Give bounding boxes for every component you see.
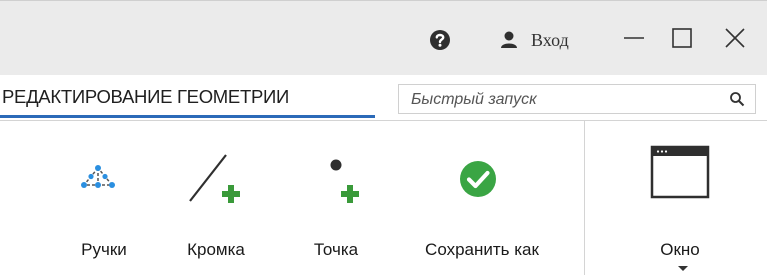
search-icon[interactable] [729, 91, 745, 107]
window-menu-button[interactable]: Окно [632, 121, 728, 275]
title-bar: Вход [0, 0, 767, 75]
ribbon-group-divider [584, 121, 585, 275]
maximize-icon [671, 27, 693, 54]
handles-label: Ручки [81, 240, 127, 259]
chevron-down-icon[interactable] [678, 266, 688, 271]
save-as-button[interactable]: Сохранить как [396, 121, 568, 275]
edge-button[interactable]: Кромка [168, 121, 264, 275]
question-circle-icon[interactable] [429, 29, 451, 51]
handles-icon [78, 163, 118, 200]
point-label: Точка [313, 240, 359, 259]
check-circle-icon [458, 159, 498, 204]
quick-launch-input[interactable] [409, 88, 713, 112]
point-button[interactable]: Точка [296, 121, 376, 275]
window-label: Окно [660, 240, 700, 259]
maximize-button[interactable] [660, 23, 704, 57]
close-button[interactable] [710, 23, 760, 57]
window-icon [650, 145, 710, 206]
close-icon [724, 27, 746, 54]
minimize-icon [623, 27, 645, 54]
active-tab-indicator [0, 115, 375, 118]
point-add-icon [318, 155, 368, 214]
edge-add-icon [186, 151, 246, 212]
user-icon[interactable] [498, 29, 520, 51]
sign-in-link[interactable]: Вход [531, 29, 569, 51]
save-as-label: Сохранить как [425, 240, 539, 259]
quick-launch-box [398, 84, 756, 114]
handles-button[interactable]: Ручки [56, 121, 152, 275]
edge-label: Кромка [187, 240, 245, 259]
tab-edit-geometry[interactable]: РЕДАКТИРОВАНИЕ ГЕОМЕТРИИ [0, 83, 289, 113]
minimize-button[interactable] [612, 23, 656, 57]
